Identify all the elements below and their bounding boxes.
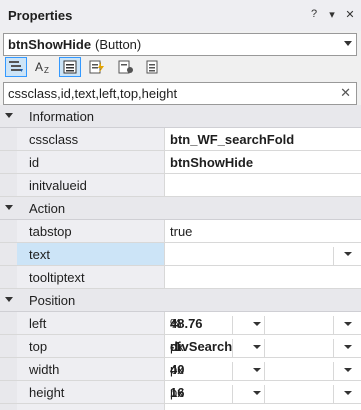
property-value-field[interactable] [165, 266, 361, 288]
property-name: tooltiptext [29, 270, 85, 285]
properties-button[interactable] [59, 57, 81, 77]
unit-select[interactable]: px [170, 362, 184, 377]
property-row-left: left 48.76 % [0, 312, 361, 338]
property-row-top: top -1 px divSearch [0, 335, 361, 361]
alphabetical-icon: AZ [35, 60, 49, 74]
property-row-width: width 40 px [0, 358, 361, 384]
property-row-id: id btnShowHide [0, 151, 361, 174]
property-value-field[interactable]: 16 px [165, 381, 361, 407]
category-information[interactable]: Information [0, 105, 361, 128]
property-value-field[interactable]: 40 px [165, 358, 361, 384]
chevron-down-icon[interactable] [344, 345, 352, 349]
property-name: id [29, 155, 40, 170]
object-name: btnShowHide [8, 37, 92, 52]
property-name: left [29, 316, 47, 331]
collapse-icon[interactable] [5, 113, 13, 118]
property-pages-icon [118, 60, 133, 74]
close-icon[interactable]: ✕ [345, 8, 355, 21]
property-value-field[interactable]: btn_WF_searchFold [165, 128, 361, 150]
panel-title: Properties [8, 8, 73, 23]
property-value: btnShowHide [170, 155, 254, 170]
properties-toolbar: AZ [0, 56, 361, 80]
property-name: width [29, 362, 60, 377]
chevron-down-icon[interactable] [344, 252, 352, 256]
chevron-down-icon[interactable] [344, 322, 352, 326]
filter-value: cssclass,id,text,left,top,height [8, 86, 178, 101]
property-name: tabstop [29, 224, 72, 239]
chevron-down-icon[interactable] [344, 368, 352, 372]
category-label: Information [29, 109, 95, 124]
chevron-down-icon[interactable] [253, 391, 261, 395]
category-label: Action [29, 201, 66, 216]
property-row-height: height 16 px [0, 381, 361, 407]
properties-icon [63, 60, 77, 74]
property-pages-button[interactable] [115, 57, 137, 77]
events-button[interactable] [86, 57, 108, 77]
alphabetical-button[interactable]: AZ [32, 57, 54, 77]
panel-titlebar: Properties ? ▾ ✕ [0, 0, 361, 31]
svg-text:Z: Z [44, 66, 49, 74]
category-label: Position [29, 293, 76, 308]
property-value-field[interactable]: 48.76 % [165, 312, 361, 338]
chevron-down-icon[interactable] [344, 391, 352, 395]
property-value: btn_WF_searchFold [170, 132, 295, 147]
property-filter-input[interactable]: cssclass,id,text,left,top,height ✕ [3, 82, 357, 105]
property-row-text: text [0, 243, 361, 269]
chevron-down-icon[interactable] [344, 41, 352, 46]
category-position[interactable]: Position [0, 289, 361, 312]
property-value-field[interactable]: -1 px divSearch [165, 335, 361, 361]
property-value: true [170, 224, 193, 239]
property-value-field[interactable] [165, 174, 361, 196]
settings-icon [146, 60, 158, 74]
object-selector[interactable]: btnShowHide (Button) [3, 33, 357, 56]
settings-button[interactable] [141, 57, 163, 77]
property-value-field[interactable] [165, 243, 361, 269]
property-name: initvalueid [29, 178, 87, 193]
categorized-icon [9, 61, 23, 72]
unit-select[interactable]: px [170, 385, 184, 400]
clear-icon[interactable]: ✕ [340, 85, 351, 101]
collapse-icon[interactable] [5, 205, 13, 210]
property-row-tooltiptext: tooltiptext [0, 266, 361, 289]
object-type: (Button) [95, 37, 142, 52]
chevron-down-icon[interactable] [253, 322, 261, 326]
property-name: height [29, 385, 65, 400]
property-row-partial [0, 404, 361, 410]
events-icon [89, 60, 104, 74]
property-value-field[interactable]: btnShowHide [165, 151, 361, 173]
chevron-down-icon[interactable] [253, 345, 261, 349]
collapse-icon[interactable] [5, 297, 13, 302]
property-row-tabstop: tabstop true [0, 220, 361, 243]
property-name: top [29, 339, 48, 354]
title-icons: ? ▾ ✕ [309, 8, 355, 21]
dropdown-icon[interactable]: ▾ [327, 8, 337, 21]
help-icon[interactable]: ? [309, 8, 319, 21]
chevron-down-icon[interactable] [253, 368, 261, 372]
category-action[interactable]: Action [0, 197, 361, 220]
property-row-cssclass: cssclass btn_WF_searchFold [0, 128, 361, 151]
unit-select[interactable]: % [170, 316, 182, 331]
categorized-button[interactable] [5, 57, 27, 77]
svg-text:A: A [35, 60, 43, 74]
anchor-select[interactable]: divSearch [170, 339, 232, 354]
property-grid: Information cssclass btn_WF_searchFold i… [0, 105, 361, 410]
property-value-field[interactable]: true [165, 220, 361, 242]
property-name: text [29, 247, 50, 262]
property-row-initvalueid: initvalueid [0, 174, 361, 197]
property-name: cssclass [29, 132, 79, 147]
